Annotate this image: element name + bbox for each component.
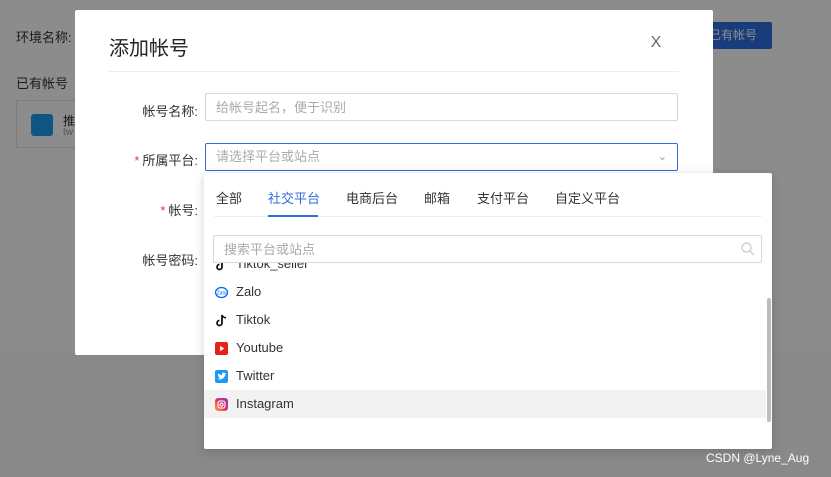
platform-select-placeholder: 请选择平台或站点: [216, 149, 321, 164]
close-icon[interactable]: X: [647, 34, 665, 52]
tab-social[interactable]: 社交平台: [268, 188, 320, 207]
list-item-tiktok[interactable]: Tiktok: [204, 306, 766, 334]
password-label: 帐号密码:: [142, 253, 198, 268]
list-item-label: Zalo: [236, 284, 262, 299]
active-tab-indicator: [268, 215, 318, 217]
list-item-instagram[interactable]: Instagram: [204, 390, 766, 418]
tab-all[interactable]: 全部: [216, 188, 242, 207]
list-item-zalo[interactable]: Zalo Zalo: [204, 278, 766, 306]
list-item-tiktok-seller[interactable]: Tiktok_seller: [204, 263, 766, 278]
account-name-label: 帐号名称:: [142, 104, 198, 119]
tiktok-icon: [216, 314, 227, 327]
chevron-down-icon: ⌄: [657, 151, 667, 163]
tab-ecommerce[interactable]: 电商后台: [346, 188, 398, 207]
twitter-icon: [215, 370, 228, 383]
tab-email[interactable]: 邮箱: [424, 188, 450, 207]
list-item-label: Instagram: [236, 396, 294, 411]
tiktok-icon: [216, 263, 223, 271]
platform-dropdown: 全部 社交平台 电商后台 邮箱 支付平台 自定义平台 Tiktok_seller…: [204, 173, 772, 449]
instagram-icon: [215, 398, 228, 411]
list-scrollbar[interactable]: [767, 298, 771, 422]
platform-list: Tiktok_seller Zalo Zalo Tiktok Youtube T…: [204, 263, 766, 419]
watermark: CSDN @Lyne_Aug: [706, 451, 810, 465]
zalo-icon: Zalo: [215, 286, 228, 299]
list-item-twitter[interactable]: Twitter: [204, 362, 766, 390]
list-item-label: Tiktok: [236, 312, 271, 327]
account-label: * 帐号:: [160, 203, 198, 218]
dialog-title: 添加帐号: [109, 38, 189, 60]
tab-custom[interactable]: 自定义平台: [555, 188, 620, 207]
svg-text:Zalo: Zalo: [217, 291, 227, 297]
platform-search-input[interactable]: [213, 235, 762, 263]
tab-payment[interactable]: 支付平台: [477, 188, 529, 207]
list-item-label: Twitter: [236, 368, 275, 383]
youtube-icon: [215, 342, 228, 355]
dialog-divider: [109, 71, 679, 72]
account-name-input[interactable]: [205, 93, 678, 121]
required-mark: *: [134, 153, 140, 168]
platform-select[interactable]: 请选择平台或站点 ⌄: [205, 143, 678, 171]
platform-tabs: 全部 社交平台 电商后台 邮箱 支付平台 自定义平台: [214, 173, 762, 217]
search-icon: [741, 242, 755, 256]
list-item-label: Youtube: [236, 340, 284, 355]
platform-label: * 所属平台:: [134, 153, 198, 168]
list-item-label: Tiktok_seller: [236, 263, 309, 271]
list-item-youtube[interactable]: Youtube: [204, 334, 766, 362]
required-mark: *: [160, 203, 166, 218]
